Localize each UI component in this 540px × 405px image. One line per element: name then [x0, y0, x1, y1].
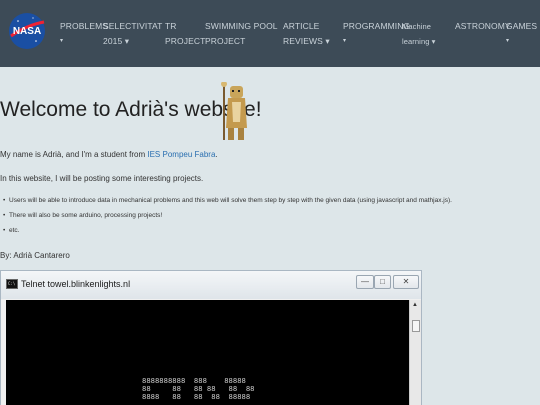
nav-label: GAMES — [506, 21, 538, 31]
maximize-button[interactable]: □ — [374, 275, 391, 289]
scroll-thumb[interactable] — [412, 320, 420, 332]
nav-problems[interactable]: PROBLEMS ▾ — [60, 19, 108, 49]
logo-text: NASA — [13, 26, 41, 37]
nav-label: SELECTIVITAT — [103, 21, 163, 31]
console-output[interactable]: 8888888888 888 88888 88 88 88 88 88 88 8… — [6, 300, 409, 405]
intro-text: My name is Adrià, and I'm a student from — [0, 150, 148, 159]
chevron-down-icon: ▾ — [60, 38, 64, 44]
ies-pompeu-fabra-link[interactable]: IES Pompeu Fabra — [147, 150, 215, 159]
ascii-art: 8888888888 888 88888 88 88 88 88 88 88 8… — [142, 376, 255, 401]
window-title: Telnet towel.blinkenlights.nl — [21, 279, 131, 289]
window-titlebar[interactable]: Telnet towel.blinkenlights.nl — □ ✕ — [1, 271, 421, 299]
vertical-scrollbar[interactable]: ▲ — [409, 300, 421, 405]
console-icon — [6, 279, 18, 289]
nav-programming[interactable]: PROGRAMMING ▾ — [343, 19, 410, 49]
nav-label: PROGRAMMING — [343, 21, 411, 31]
nav-tr-project[interactable]: TR PROJECT — [165, 19, 205, 49]
list-item: There will also be some arduino, process… — [3, 212, 162, 219]
close-button[interactable]: ✕ — [393, 275, 419, 289]
mascot-image — [221, 82, 247, 140]
nav-label: ASTRONOMY — [455, 21, 511, 31]
intro-end: . — [215, 150, 218, 159]
nav-label: TR — [165, 21, 177, 31]
nav-label-sub: REVIEWS ▾ — [283, 36, 330, 46]
nav-astronomy[interactable]: ASTRONOMY — [455, 19, 511, 34]
nav-label-sub: learning ▾ — [402, 37, 436, 46]
nav-label-sub: PROJECT — [165, 36, 206, 46]
minimize-button[interactable]: — — [356, 275, 374, 289]
nav-games[interactable]: GAMES ▾ — [506, 19, 537, 49]
nav-label: PROBLEMS — [60, 21, 109, 31]
byline: By: Adrià Cantarero — [0, 251, 70, 260]
intro-paragraph: My name is Adrià, and I'm a student from… — [0, 150, 218, 159]
nav-selectivitat[interactable]: SELECTIVITAT 2015 ▾ — [103, 19, 162, 49]
list-item: Users will be able to introduce data in … — [3, 197, 452, 204]
chevron-down-icon: ▾ — [343, 38, 347, 44]
nav-article-reviews[interactable]: ARTICLE REVIEWS ▾ — [283, 19, 330, 49]
nav-label-sub: PROJECT — [205, 36, 246, 46]
nav-label: Machine — [402, 22, 432, 31]
nav-label: SWIMMING POOL — [205, 21, 278, 31]
scroll-up-icon[interactable]: ▲ — [412, 302, 418, 308]
top-navbar: NASA PROBLEMS ▾ SELECTIVITAT 2015 ▾ TR P… — [0, 0, 540, 67]
nav-label-sub: 2015 ▾ — [103, 36, 130, 46]
nasa-logo[interactable]: NASA — [8, 9, 46, 55]
purpose-paragraph: In this website, I will be posting some … — [0, 174, 204, 183]
nav-swimming-pool[interactable]: SWIMMING POOL PROJECT — [205, 19, 278, 49]
nav-machine-learning[interactable]: Machine learning ▾ — [402, 19, 436, 49]
telnet-window: Telnet towel.blinkenlights.nl — □ ✕ 8888… — [0, 270, 422, 405]
chevron-down-icon: ▾ — [506, 38, 510, 44]
list-item: etc. — [3, 227, 20, 234]
nav-label: ARTICLE — [283, 21, 320, 31]
